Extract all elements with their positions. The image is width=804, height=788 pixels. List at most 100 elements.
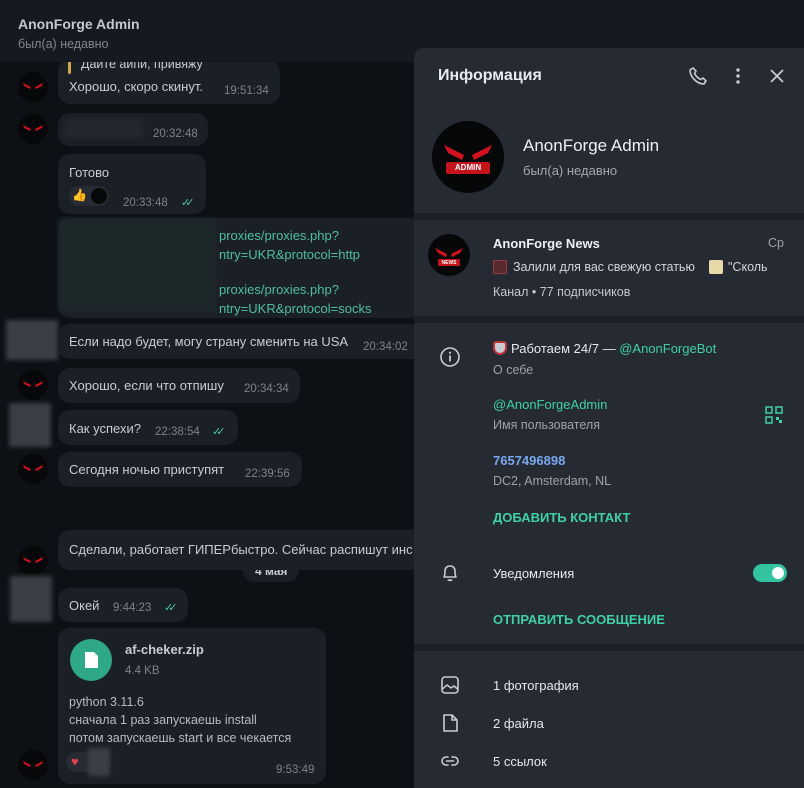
thumbs-up-icon: 👍 bbox=[72, 188, 87, 202]
qr-code-icon[interactable] bbox=[765, 406, 783, 424]
add-contact-button[interactable]: ДОБАВИТЬ КОНТАКТ bbox=[493, 510, 630, 525]
blurred-avatar bbox=[9, 403, 51, 447]
message-time: 9:44:23 bbox=[113, 602, 152, 614]
read-ticks-icon: ✓✓ bbox=[212, 426, 226, 438]
message-bubble[interactable]: Если надо будет, могу страну сменить на … bbox=[58, 324, 414, 359]
channel-preview: Залили для вас свежую статью bbox=[513, 260, 695, 274]
shield-icon bbox=[493, 341, 507, 355]
avatar-label: ADMIN bbox=[454, 163, 482, 172]
chat-title: AnonForge Admin bbox=[18, 16, 140, 32]
message-time: 22:39:56 bbox=[245, 468, 290, 480]
media-links-row[interactable]: 5 ссылок bbox=[414, 742, 804, 778]
divider bbox=[414, 644, 804, 651]
file-icon bbox=[439, 712, 461, 734]
avatar[interactable] bbox=[18, 370, 48, 400]
info-title: Информация bbox=[438, 67, 542, 84]
send-message-button[interactable]: ОТПРАВИТЬ СООБЩЕНИЕ bbox=[493, 612, 665, 627]
username-value[interactable]: @AnonForgeAdmin bbox=[493, 397, 607, 412]
info-icon bbox=[439, 346, 461, 368]
phone-number[interactable]: 7657496898 bbox=[493, 453, 565, 468]
link-text[interactable]: proxies/proxies.php? bbox=[219, 282, 339, 297]
message-bubble[interactable]: Хорошо, если что отпишу 20:34:34 bbox=[58, 368, 300, 403]
profile-avatar[interactable]: ADMIN bbox=[432, 121, 504, 193]
message-text: Окей bbox=[69, 598, 100, 613]
memo-icon bbox=[709, 260, 723, 274]
channel-avatar: NEWS bbox=[428, 234, 470, 276]
divider bbox=[414, 316, 804, 323]
media-photos-label: 1 фотография bbox=[493, 678, 579, 693]
message-bubble[interactable]: Сделали, работает ГИПЕРбыстро. Сейчас ра… bbox=[58, 530, 414, 570]
message-text: сначала 1 раз запускаешь install bbox=[69, 713, 257, 727]
quote-text: Дайте айпи, привяжу bbox=[81, 62, 203, 71]
channel-day: Ср bbox=[768, 236, 784, 250]
link-text[interactable]: proxies/proxies.php? bbox=[219, 228, 339, 243]
reactor-avatar bbox=[91, 188, 107, 204]
quote-bar bbox=[68, 62, 71, 74]
profile-name: AnonForge Admin bbox=[523, 136, 660, 155]
media-files-row[interactable]: 2 файла bbox=[414, 704, 804, 740]
message-text: Как успехи? bbox=[69, 421, 141, 436]
blurred-avatar bbox=[6, 320, 58, 360]
bio-text: Работаем 24/7 — @AnonForgeBot bbox=[493, 341, 716, 356]
channel-preview-tail: "Сколь bbox=[728, 260, 768, 274]
reaction-badge[interactable]: 👍 bbox=[69, 186, 109, 206]
more-vertical-icon[interactable] bbox=[728, 66, 748, 86]
message-time: 19:51:34 bbox=[224, 85, 269, 97]
bio-label: О себе bbox=[493, 363, 534, 377]
link-text[interactable]: ntry=UKR&protocol=socks bbox=[219, 301, 371, 316]
close-icon[interactable] bbox=[767, 66, 787, 86]
file-message[interactable]: af-cheker.zip 4.4 KB python 3.11.6 снача… bbox=[58, 628, 326, 784]
message-bubble[interactable]: Готово 👍 20:33:48 ✓✓ bbox=[58, 154, 206, 214]
avatar[interactable] bbox=[18, 114, 48, 144]
phone-icon[interactable] bbox=[688, 66, 708, 86]
avatar[interactable] bbox=[18, 546, 48, 576]
link-text[interactable]: ntry=UKR&protocol=http bbox=[219, 247, 360, 262]
username-label: Имя пользователя bbox=[493, 418, 600, 432]
media-files-label: 2 файла bbox=[493, 716, 544, 731]
info-panel: Информация ADMIN AnonForge Admin был(а) … bbox=[414, 48, 804, 788]
info-header: Информация bbox=[414, 48, 804, 104]
profile-status: был(а) недавно bbox=[523, 163, 618, 178]
message-bubble[interactable]: proxies/proxies.php? ntry=UKR&protocol=h… bbox=[58, 218, 414, 318]
message-time: 9:53:49 bbox=[276, 764, 315, 776]
chat-area[interactable]: Дайте айпи, привяжу Хорошо, скоро скинут… bbox=[0, 62, 414, 788]
notifications-toggle[interactable] bbox=[753, 564, 787, 582]
message-bubble[interactable]: Сегодня ночью приступят 22:39:56 bbox=[58, 452, 302, 487]
message-text: потом запускаешь start и все чекается bbox=[69, 731, 292, 745]
message-text: Если надо будет, могу страну сменить на … bbox=[69, 334, 349, 349]
media-photos-row[interactable]: 1 фотография bbox=[414, 666, 804, 702]
message-text: Готово bbox=[69, 165, 110, 180]
bio-prefix: Работаем 24/7 — bbox=[511, 341, 620, 356]
message-bubble[interactable]: Окей 9:44:23 ✓✓ bbox=[58, 588, 188, 622]
read-ticks-icon: ✓✓ bbox=[181, 197, 195, 209]
file-name[interactable]: af-cheker.zip bbox=[125, 642, 204, 657]
message-bubble[interactable]: Дайте айпи, привяжу Хорошо, скоро скинут… bbox=[58, 62, 280, 104]
message-bubble[interactable]: Как успехи? 22:38:54 ✓✓ bbox=[58, 410, 238, 445]
heart-icon: ♥ bbox=[71, 754, 79, 769]
avatar[interactable] bbox=[18, 72, 48, 102]
message-bubble[interactable]: 20:32:48 bbox=[58, 113, 208, 146]
blurred-content bbox=[88, 748, 110, 776]
bell-icon bbox=[439, 562, 461, 584]
link-icon bbox=[439, 750, 461, 772]
message-text: python 3.11.6 bbox=[69, 695, 144, 709]
image-thumb-icon bbox=[493, 260, 507, 274]
channel-meta: Канал • 77 подписчиков bbox=[493, 285, 631, 299]
message-text: Сделали, работает ГИПЕРбыстро. Сейчас ра… bbox=[69, 542, 413, 557]
blurred-content bbox=[64, 119, 144, 139]
toggle-knob bbox=[772, 567, 784, 579]
avatar[interactable] bbox=[18, 454, 48, 484]
file-icon[interactable] bbox=[70, 639, 112, 681]
message-text: Хорошо, если что отпишу bbox=[69, 378, 224, 393]
notifications-label: Уведомления bbox=[493, 566, 575, 581]
channel-avatar-label: NEWS bbox=[441, 260, 457, 266]
linked-channel[interactable]: NEWS AnonForge News Ср Залили для вас св… bbox=[414, 220, 804, 316]
bot-link[interactable]: @AnonForgeBot bbox=[619, 341, 716, 356]
message-text: Хорошо, скоро скинут. bbox=[69, 79, 203, 94]
blurred-avatar bbox=[10, 576, 52, 622]
link-preview-image bbox=[58, 218, 216, 312]
channel-name: AnonForge News bbox=[493, 236, 600, 251]
avatar[interactable] bbox=[18, 750, 48, 780]
message-time: 20:34:02 bbox=[363, 341, 408, 353]
media-links-label: 5 ссылок bbox=[493, 754, 547, 769]
